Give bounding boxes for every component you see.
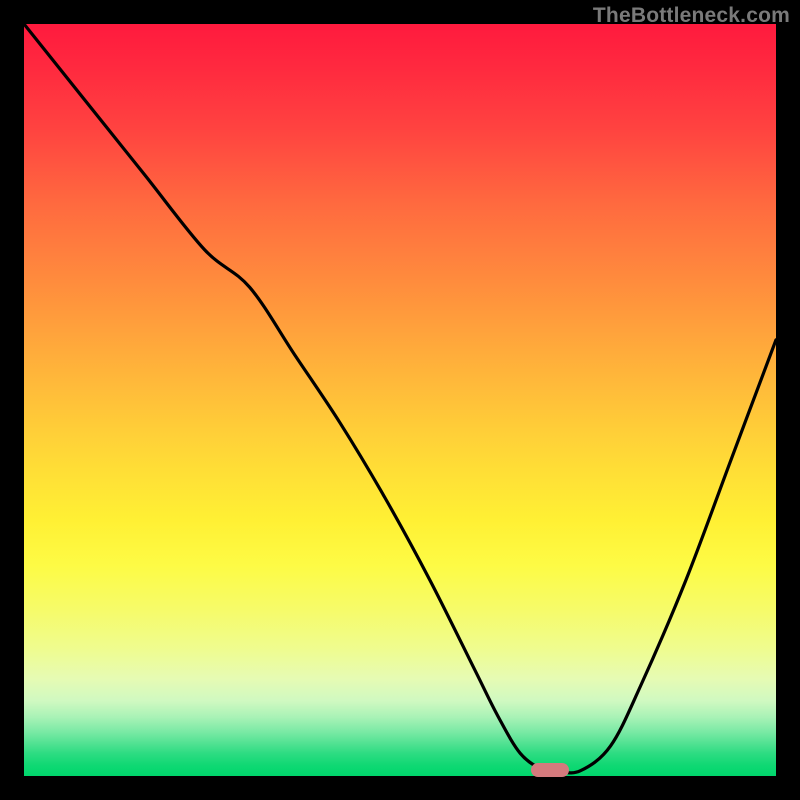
watermark-text: TheBottleneck.com bbox=[593, 4, 790, 28]
plot-area bbox=[24, 24, 776, 776]
optimal-point-marker bbox=[531, 763, 569, 777]
bottleneck-curve bbox=[24, 24, 776, 776]
chart-frame bbox=[24, 24, 776, 776]
